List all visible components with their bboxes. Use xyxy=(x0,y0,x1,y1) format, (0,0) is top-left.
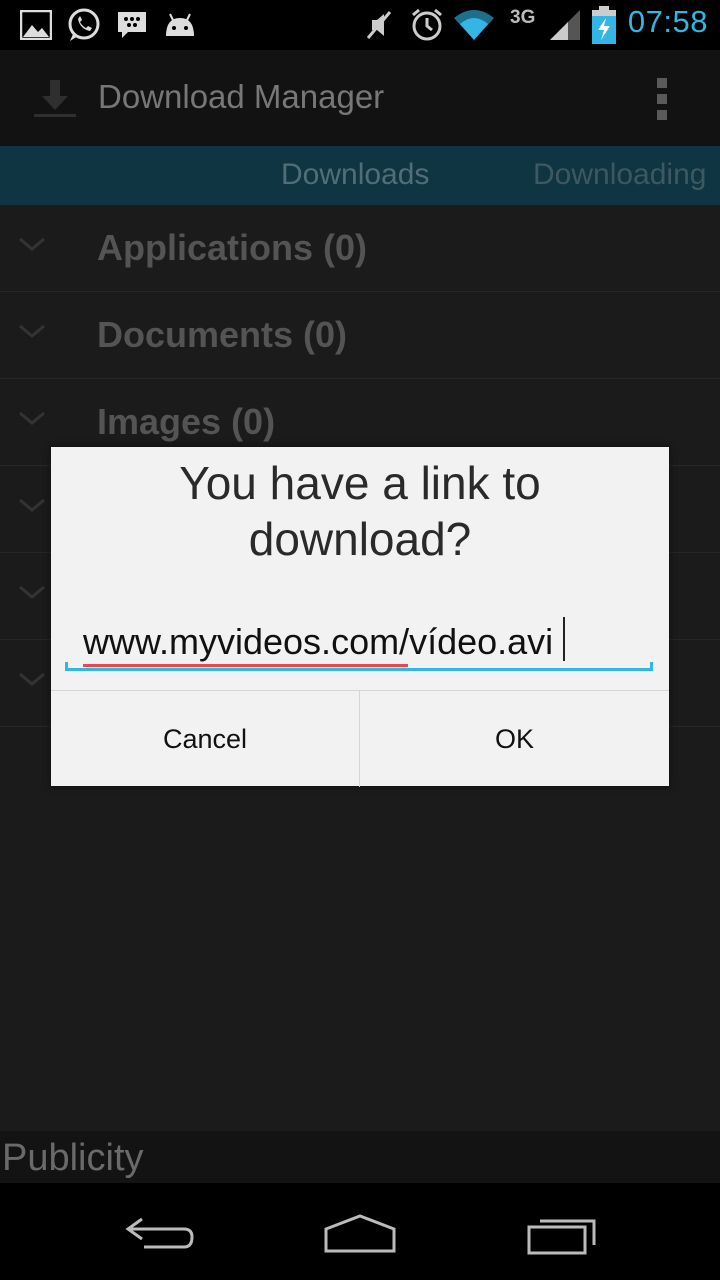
dialog-title: You have a link to download? xyxy=(179,457,541,565)
navigation-bar xyxy=(0,1183,720,1280)
android-icon xyxy=(166,13,194,36)
overflow-menu-icon[interactable] xyxy=(654,78,670,120)
whatsapp-icon xyxy=(68,8,100,41)
alarm-icon xyxy=(412,8,442,41)
mute-icon xyxy=(366,11,392,39)
publicity-banner[interactable]: Publicity xyxy=(0,1131,720,1183)
chevron-down-icon xyxy=(19,585,45,599)
signal-icon xyxy=(550,10,580,40)
chevron-down-icon xyxy=(19,672,45,686)
spellcheck-underline xyxy=(83,664,408,667)
network-type: 3G xyxy=(510,7,536,28)
url-input-value[interactable]: www.myvideos.com/vídeo.avi xyxy=(83,621,553,663)
download-link-dialog: You have a link to download? www.myvideo… xyxy=(51,447,669,787)
battery-charging-icon xyxy=(592,6,616,44)
text-cursor xyxy=(563,617,565,661)
home-icon[interactable] xyxy=(322,1213,398,1253)
action-bar: Download Manager xyxy=(0,50,720,146)
tab-downloading[interactable]: Downloading xyxy=(533,158,706,192)
tab-downloads[interactable]: Downloads xyxy=(281,158,429,192)
gallery-icon xyxy=(20,10,52,40)
app-title: Download Manager xyxy=(98,78,385,115)
chevron-down-icon xyxy=(19,237,45,251)
dialog-button-bar: Cancel OK xyxy=(51,690,669,787)
url-input[interactable]: www.myvideos.com/vídeo.avi xyxy=(65,607,653,671)
category-row-applications[interactable]: Applications (0) xyxy=(0,205,720,292)
recent-apps-icon[interactable] xyxy=(526,1215,600,1255)
back-icon[interactable] xyxy=(124,1215,196,1251)
cancel-button[interactable]: Cancel xyxy=(51,691,360,787)
category-label: Applications (0) xyxy=(97,227,368,268)
chevron-down-icon xyxy=(19,498,45,512)
chevron-down-icon xyxy=(19,411,45,425)
wifi-icon xyxy=(454,10,494,40)
category-label: Documents (0) xyxy=(97,314,348,355)
input-underline xyxy=(65,662,653,671)
publicity-label: Publicity xyxy=(2,1137,144,1179)
category-label: Images (0) xyxy=(97,401,276,442)
bbm-icon xyxy=(118,12,146,38)
clock: 07:58 xyxy=(627,4,708,39)
ok-button[interactable]: OK xyxy=(360,691,669,787)
category-row-documents[interactable]: Documents (0) xyxy=(0,292,720,379)
download-icon[interactable] xyxy=(30,80,80,120)
status-bar: 3G 07:58 xyxy=(0,0,720,50)
chevron-down-icon xyxy=(19,324,45,338)
tab-strip: Downloads Downloading xyxy=(0,146,720,205)
